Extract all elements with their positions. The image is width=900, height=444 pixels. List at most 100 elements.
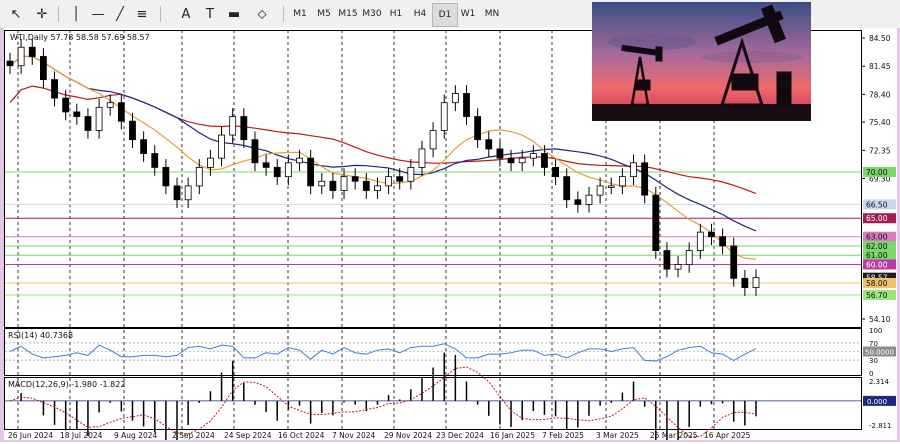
fibonacci-tool[interactable]: ≡: [132, 3, 152, 25]
level-tag-label: 61.00: [866, 251, 888, 260]
crosshair-tool[interactable]: ✛: [32, 3, 52, 25]
macd-axis-label: 0.000: [867, 398, 887, 406]
candle-body: [407, 167, 415, 182]
candle-body: [741, 277, 749, 288]
candle-body: [262, 162, 270, 168]
price-axis-label: 78.40: [869, 90, 891, 99]
timeframe-m30-button[interactable]: M30: [360, 3, 384, 25]
rsi-axis-label: 0: [869, 370, 873, 378]
trendline-tool[interactable]: ╱: [110, 3, 130, 25]
shapes-tool[interactable]: ⬦: [252, 3, 272, 25]
level-tag-label: 70.00: [866, 168, 888, 177]
candle-body: [463, 93, 470, 117]
timeframe-m15-button[interactable]: M15: [336, 3, 360, 25]
candle-body: [207, 157, 214, 168]
candle-body: [273, 167, 281, 178]
timeframe-h1-button[interactable]: H1: [384, 3, 408, 25]
candle-body: [51, 79, 58, 99]
text-tool[interactable]: A: [176, 3, 196, 25]
candle-body: [674, 264, 682, 270]
candle-body: [195, 167, 203, 187]
date-axis-label: 16 Apr 2025: [704, 431, 751, 440]
date-axis-label: 16 Jan 2025: [490, 431, 535, 440]
level-tag-label: 63.00: [866, 233, 888, 242]
date-axis-label: 9 Aug 2024: [114, 431, 157, 440]
macd-axis-label: -2.811: [869, 422, 892, 430]
cursor-tool[interactable]: ↖: [6, 3, 26, 25]
price-axis-label: 81.45: [869, 62, 891, 71]
candle-body: [307, 157, 315, 187]
date-axis-label: 16 Oct 2024: [278, 431, 325, 440]
date-axis-label: 26 Jun 2024: [8, 431, 53, 440]
horizontal-line-tool[interactable]: —: [88, 3, 108, 25]
date-axis-label: 3 Mar 2025: [596, 431, 639, 440]
candle-body: [529, 153, 537, 159]
timeframe-m5-button[interactable]: M5: [312, 3, 336, 25]
candle-body: [251, 139, 259, 164]
date-axis-label: 18 Jul 2024: [60, 431, 103, 440]
level-tag-label: 60.00: [866, 260, 888, 269]
candle-body: [730, 245, 738, 279]
candle-body: [429, 130, 437, 150]
candle-body: [173, 185, 181, 201]
candle-body: [541, 153, 548, 168]
candle-body: [296, 157, 303, 164]
candle-body: [6, 60, 14, 67]
candle-body: [708, 231, 715, 238]
candle-body: [28, 46, 36, 57]
timeframe-d1-button[interactable]: D1: [432, 3, 458, 27]
candle-body: [596, 185, 604, 196]
price-axis-label: 84.50: [869, 34, 891, 43]
candle-body: [585, 194, 593, 205]
candle-body: [95, 106, 103, 131]
candle-body: [752, 277, 760, 288]
macd-axis-label: 2.314: [869, 378, 890, 386]
rsi-axis-label: 100: [869, 327, 882, 335]
candle-body: [440, 102, 448, 131]
candle-body: [618, 176, 626, 187]
rsi-label: RSI(14) 40.7368: [8, 331, 73, 340]
candle-body: [563, 176, 571, 201]
text-label-tool[interactable]: T: [200, 3, 220, 25]
rectangle-tool[interactable]: ▬: [224, 3, 244, 25]
candle-body: [151, 153, 159, 168]
candle-body: [106, 102, 114, 108]
candle-body: [507, 157, 515, 164]
candle-body: [362, 180, 370, 191]
candle-body: [40, 56, 47, 80]
timeframe-h4-button[interactable]: H4: [408, 3, 432, 25]
candle-body: [340, 176, 348, 191]
timeframe-w1-button[interactable]: W1: [456, 3, 480, 25]
toolbar-separator: [283, 6, 284, 22]
candle-body: [496, 148, 504, 159]
candle-body: [84, 116, 92, 131]
candle-body: [351, 176, 359, 182]
candle-body: [663, 250, 671, 270]
rsi-axis-label: 50.0000: [865, 349, 894, 357]
price-axis-label: 72.35: [869, 146, 891, 155]
candle-body: [518, 157, 526, 164]
level-tag-label: 65.00: [866, 214, 888, 223]
candle-body: [218, 134, 225, 159]
candle-body: [73, 111, 81, 117]
candle-body: [184, 185, 192, 201]
candle-body: [62, 97, 70, 113]
candle-body: [607, 185, 615, 188]
candle-body: [474, 116, 482, 141]
timeframe-m1-button[interactable]: M1: [288, 3, 312, 25]
macd-label: MACD(12,26,9) -1.980 -1.822: [8, 380, 125, 389]
level-tag-label: 62.00: [866, 242, 888, 251]
vertical-line-tool[interactable]: │: [66, 3, 86, 25]
candle-body: [140, 139, 148, 154]
date-axis-label: 25 Mar 2025: [650, 431, 698, 440]
level-tag-label: 56.70: [866, 291, 888, 300]
candle-body: [696, 231, 704, 251]
candle-body: [117, 102, 125, 122]
candle-body: [318, 180, 326, 187]
candle-body: [641, 162, 649, 196]
candle-body: [396, 176, 404, 182]
timeframe-mn-button[interactable]: MN: [480, 3, 504, 25]
candle-body: [652, 194, 660, 251]
date-axis-label: 24 Sep 2024: [224, 431, 272, 440]
candle-body: [329, 180, 337, 191]
